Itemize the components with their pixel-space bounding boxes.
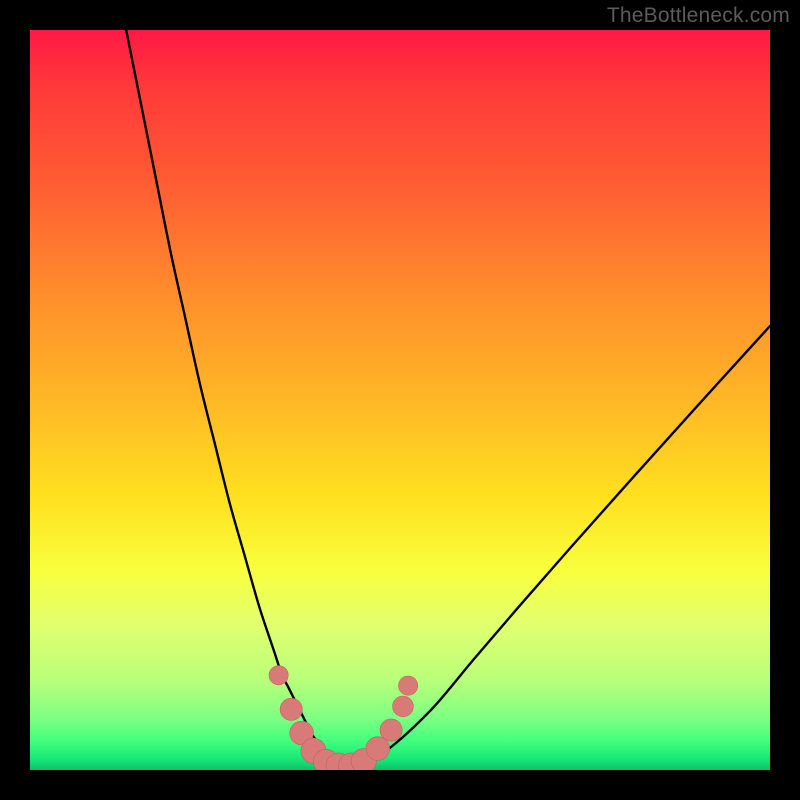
curve-marker xyxy=(399,676,418,695)
curve-marker xyxy=(280,698,302,720)
watermark-text: TheBottleneck.com xyxy=(607,4,790,28)
plot-area xyxy=(30,30,770,770)
curve-marker xyxy=(269,666,288,685)
chart-frame: TheBottleneck.com xyxy=(0,0,800,800)
curve-marker xyxy=(380,719,402,741)
curve-marker xyxy=(393,696,414,717)
curve-svg xyxy=(30,30,770,770)
bottleneck-curve xyxy=(126,30,770,766)
curve-markers xyxy=(269,666,418,770)
